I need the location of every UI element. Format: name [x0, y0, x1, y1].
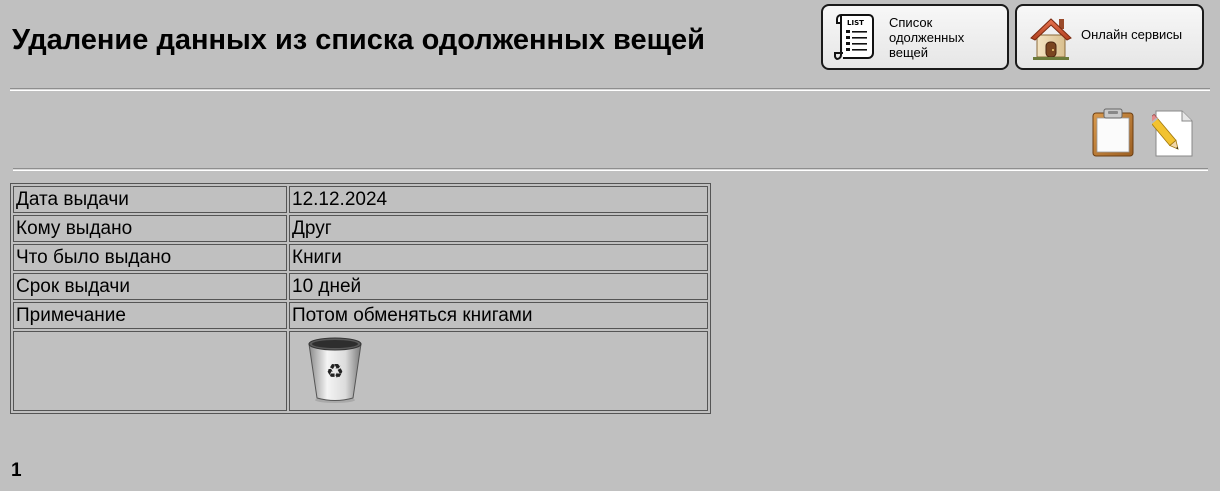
svg-text:♻: ♻: [326, 359, 344, 383]
table-row-actions: ♻: [13, 331, 708, 411]
delete-cell: ♻: [289, 331, 708, 411]
recipient-label: Кому выдано: [13, 215, 287, 242]
item-label: Что было выдано: [13, 244, 287, 271]
clipboard-icon[interactable]: [1091, 108, 1135, 158]
loan-period-label: Срок выдачи: [13, 273, 287, 300]
toolbar-divider: [13, 168, 1208, 171]
issue-date-value: 12.12.2024: [289, 186, 708, 213]
borrowed-item-details-table: Дата выдачи 12.12.2024 Кому выдано Друг …: [10, 183, 711, 414]
table-row: Примечание Потом обменяться книгами: [13, 302, 708, 329]
note-value: Потом обменяться книгами: [289, 302, 708, 329]
issue-date-label: Дата выдачи: [13, 186, 287, 213]
page-title: Удаление данных из списка одолженных вещ…: [12, 24, 706, 56]
house-icon: [1030, 18, 1072, 60]
header-divider: [10, 88, 1210, 91]
svg-text:LIST: LIST: [847, 19, 864, 27]
table-row: Срок выдачи 10 дней: [13, 273, 708, 300]
borrowed-items-list-label: Список одолженных вещей: [889, 14, 965, 60]
table-row: Дата выдачи 12.12.2024: [13, 186, 708, 213]
list-scroll-icon: LIST: [833, 14, 874, 61]
recipient-value: Друг: [289, 215, 708, 242]
table-row: Что было выдано Книги: [13, 244, 708, 271]
online-services-label: Онлайн сервисы: [1081, 26, 1183, 42]
table-row: Кому выдано Друг: [13, 215, 708, 242]
edit-document-icon[interactable]: [1152, 108, 1196, 158]
online-services-button[interactable]: Онлайн сервисы: [1015, 4, 1204, 70]
empty-cell: [13, 331, 287, 411]
note-label: Примечание: [13, 302, 287, 329]
item-value: Книги: [289, 244, 708, 271]
loan-period-value: 10 дней: [289, 273, 708, 300]
borrowed-items-list-button[interactable]: LIST Список одолженных вещей: [821, 4, 1009, 70]
recycle-bin-icon[interactable]: ♻: [306, 336, 364, 404]
page-number[interactable]: 1: [11, 460, 22, 482]
